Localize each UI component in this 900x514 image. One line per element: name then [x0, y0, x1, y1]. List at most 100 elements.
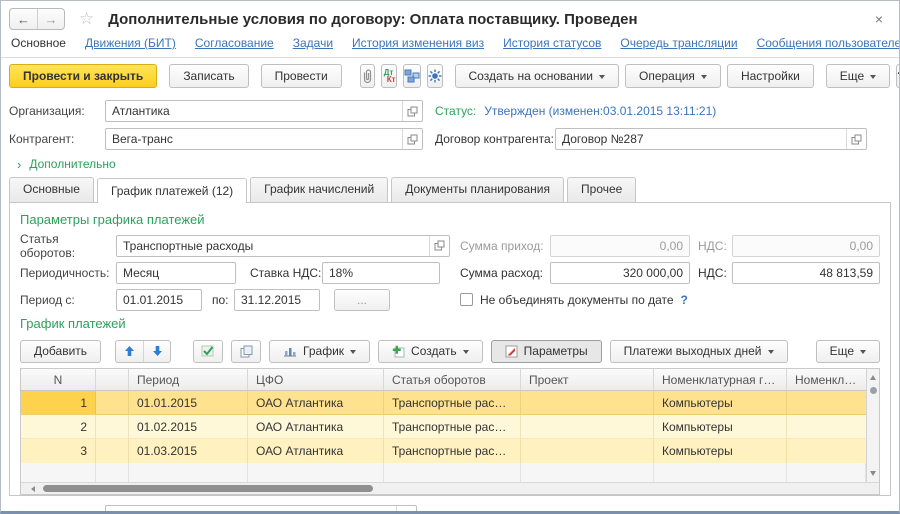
- tab-main[interactable]: Основные: [9, 177, 94, 202]
- forward-button[interactable]: →: [37, 9, 64, 29]
- cell-period: 01.01.2015: [129, 391, 248, 414]
- create-button[interactable]: Создать: [378, 340, 483, 363]
- contract-value: Договор №287: [556, 132, 846, 146]
- period-from-field[interactable]: 01.01.2015: [116, 289, 202, 311]
- horizontal-scrollbar[interactable]: [21, 482, 879, 494]
- post-button[interactable]: Провести: [261, 64, 342, 88]
- column-header-article[interactable]: Статья оборотов: [384, 369, 521, 390]
- add-row-button[interactable]: Добавить: [20, 340, 101, 363]
- period-to-field[interactable]: 31.12.2015: [234, 289, 320, 311]
- tab-other[interactable]: Прочее: [567, 177, 636, 202]
- column-header-period[interactable]: Период: [129, 369, 248, 390]
- period-from-label: Период с:: [20, 293, 116, 307]
- scroll-up-icon[interactable]: [870, 372, 876, 380]
- nav-visa-history[interactable]: История изменения виз: [352, 36, 484, 50]
- tab-payment-schedule[interactable]: График платежей (12): [97, 178, 247, 203]
- vertical-scroll-thumb[interactable]: [870, 387, 877, 394]
- nav-broadcast-queue[interactable]: Очередь трансляции: [620, 36, 737, 50]
- contractor-field[interactable]: Вега-транс: [105, 128, 423, 150]
- payment-schedule-panel: Параметры графика платежей Статья оборот…: [9, 202, 891, 496]
- back-button[interactable]: ←: [10, 9, 37, 29]
- nav-main[interactable]: Основное: [11, 36, 66, 50]
- help-button[interactable]: ?: [896, 64, 900, 88]
- table-row[interactable]: 3 01.03.2015 ОАО Атлантика Транспортные …: [21, 439, 866, 463]
- expense-sum-field[interactable]: 320 000,00: [550, 262, 690, 284]
- choose-icon[interactable]: [396, 506, 416, 514]
- column-header-cfo[interactable]: ЦФО: [248, 369, 384, 390]
- create-based-on-button[interactable]: Создать на основании: [455, 64, 620, 88]
- move-up-button[interactable]: [116, 341, 143, 362]
- parameters-button[interactable]: Параметры: [491, 340, 602, 363]
- column-header-marker[interactable]: [96, 369, 129, 390]
- post-and-close-button[interactable]: Провести и закрыть: [9, 64, 157, 88]
- highlight-button[interactable]: [427, 64, 443, 88]
- organization-field[interactable]: Атлантика: [105, 100, 423, 122]
- vertical-scrollbar[interactable]: [866, 369, 879, 482]
- responsible-label: Ответственный:: [9, 509, 105, 514]
- contractor-value: Вега-транс: [106, 132, 402, 146]
- cell-n: 2: [21, 415, 96, 438]
- period-more-button[interactable]: ...: [334, 289, 390, 311]
- nav-approval[interactable]: Согласование: [195, 36, 274, 50]
- table-row[interactable]: 2 01.02.2015 ОАО Атлантика Транспортные …: [21, 415, 866, 439]
- favorite-star-icon[interactable]: ☆: [79, 9, 94, 29]
- additional-expander[interactable]: › Дополнительно: [9, 153, 889, 175]
- nav-status-history[interactable]: История статусов: [503, 36, 601, 50]
- nav-user-messages[interactable]: Сообщения пользователей: [757, 36, 900, 50]
- copy-icon: [240, 345, 253, 358]
- income-vat-field: 0,00: [732, 235, 880, 257]
- table-more-button[interactable]: Еще: [816, 340, 880, 363]
- chart-button[interactable]: График: [269, 340, 370, 363]
- cell-project: [521, 439, 654, 463]
- finish-edit-button[interactable]: [193, 340, 223, 363]
- close-icon[interactable]: ×: [871, 11, 887, 27]
- save-button[interactable]: Записать: [169, 64, 248, 88]
- scroll-down-icon[interactable]: [870, 471, 876, 479]
- vat-rate-field[interactable]: 18%: [322, 262, 440, 284]
- paperclip-icon: [361, 69, 374, 84]
- column-header-n[interactable]: N: [21, 369, 96, 390]
- settings-button[interactable]: Настройки: [727, 64, 814, 88]
- contract-field[interactable]: Договор №287: [555, 128, 867, 150]
- copy-row-button[interactable]: [231, 340, 261, 363]
- help-question-icon[interactable]: ?: [681, 293, 688, 307]
- scroll-left-icon[interactable]: [28, 486, 35, 492]
- nav-tasks[interactable]: Задачи: [293, 36, 333, 50]
- choose-icon[interactable]: [402, 101, 422, 121]
- cell-article: Транспортные расхо...: [384, 391, 521, 414]
- document-structure-button[interactable]: [403, 64, 421, 88]
- tab-accrual-schedule[interactable]: График начислений: [250, 177, 388, 202]
- weekend-payments-label: Платежи выходных дней: [624, 344, 762, 358]
- choose-icon[interactable]: [429, 236, 449, 256]
- period-to-label: по:: [212, 293, 234, 307]
- tab-planning-documents[interactable]: Документы планирования: [391, 177, 564, 202]
- chevron-down-icon: [599, 75, 605, 82]
- expense-vat-field[interactable]: 48 813,59: [732, 262, 880, 284]
- nav-movements[interactable]: Движения (БИТ): [85, 36, 176, 50]
- responsible-field[interactable]: Агличев В.В. (БИТ.ФИНАНС): [105, 505, 417, 514]
- params-section-title: Параметры графика платежей: [20, 212, 880, 227]
- periodicity-field[interactable]: Месяц: [116, 262, 236, 284]
- cell-n: 1: [21, 391, 96, 414]
- operation-button[interactable]: Операция: [625, 64, 721, 88]
- move-down-button[interactable]: [143, 341, 170, 362]
- expense-vat-value: 48 813,59: [733, 266, 879, 280]
- cell-nomenclature: [787, 415, 866, 438]
- horizontal-scroll-thumb[interactable]: [43, 485, 373, 492]
- table-row[interactable]: 1 01.01.2015 ОАО Атлантика Транспортные …: [21, 391, 866, 415]
- document-window: ← → ☆ Дополнительные условия по договору…: [0, 0, 900, 514]
- more-button[interactable]: Еще: [826, 64, 890, 88]
- column-header-project[interactable]: Проект: [521, 369, 654, 390]
- status-value-link[interactable]: Утвержден (изменен:03.01.2015 13:11:21): [484, 104, 716, 118]
- column-header-nomenclature[interactable]: Номенклатура: [787, 369, 866, 390]
- create-plus-icon: [392, 345, 405, 358]
- debit-credit-button[interactable]: ДтКт: [381, 64, 397, 88]
- cell-project: [521, 415, 654, 438]
- column-header-nom-group[interactable]: Номенклатурная гру...: [654, 369, 787, 390]
- choose-icon[interactable]: [846, 129, 866, 149]
- choose-icon[interactable]: [402, 129, 422, 149]
- turnover-article-field[interactable]: Транспортные расходы: [116, 235, 450, 257]
- weekend-payments-button[interactable]: Платежи выходных дней: [610, 340, 788, 363]
- attachments-button[interactable]: [360, 64, 375, 88]
- no-merge-checkbox[interactable]: [460, 293, 473, 306]
